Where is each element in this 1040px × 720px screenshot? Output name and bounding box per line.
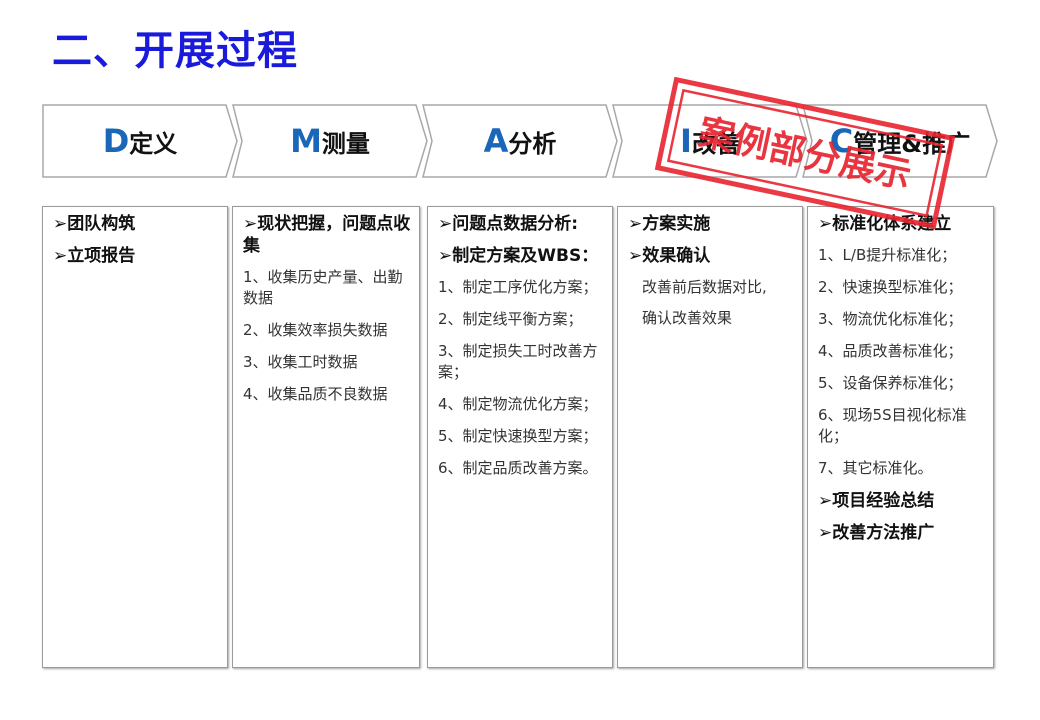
- phase-define: D定义: [42, 104, 238, 178]
- phase-label: 定义: [129, 130, 178, 158]
- column-heading: ➢问题点数据分析:: [438, 214, 579, 234]
- list-item: 1、收集历史产量、出勤数据: [243, 268, 403, 307]
- phase-letter: A: [483, 122, 509, 160]
- column-heading: ➢制定方案及WBS：: [438, 246, 599, 266]
- page-title: 二、开展过程: [52, 28, 298, 74]
- column-heading: ➢项目经验总结: [818, 491, 935, 511]
- column-heading: ➢效果确认: [628, 246, 711, 266]
- column-heading: ➢方案实施: [628, 214, 711, 234]
- column-heading: ➢改善方法推广: [818, 523, 935, 543]
- phase-letter: M: [290, 122, 322, 160]
- list-item: 2、制定线平衡方案；: [438, 310, 583, 328]
- list-item: 1、L/B提升标准化；: [818, 246, 957, 264]
- list-item: 4、收集品质不良数据: [243, 385, 388, 403]
- list-item: 5、制定快速换型方案；: [438, 427, 598, 445]
- sub-item: 改善前后数据对比,: [642, 278, 767, 296]
- list-item: 1、制定工序优化方案；: [438, 278, 598, 296]
- list-item: 4、品质改善标准化；: [818, 342, 963, 360]
- column-control: ➢标准化体系建立 1、L/B提升标准化； 2、快速换型标准化； 3、物流优化标准…: [807, 206, 994, 668]
- column-analyze: ➢问题点数据分析: ➢制定方案及WBS： 1、制定工序优化方案； 2、制定线平衡…: [427, 206, 613, 668]
- column-heading: ➢现状把握，问题点收集: [243, 214, 411, 256]
- phase-label: 分析: [508, 130, 557, 158]
- list-item: 3、收集工时数据: [243, 353, 358, 371]
- list-item: 4、制定物流优化方案；: [438, 395, 598, 413]
- sub-item: 确认改善效果: [642, 309, 733, 327]
- phase-label: 测量: [321, 130, 370, 158]
- column-heading: ➢团队构筑: [53, 214, 136, 234]
- list-item: 2、快速换型标准化；: [818, 278, 963, 296]
- list-item: 2、收集效率损失数据: [243, 321, 388, 339]
- list-item: 7、其它标准化。: [818, 459, 933, 477]
- column-measure: ➢现状把握，问题点收集 1、收集历史产量、出勤数据 2、收集效率损失数据 3、收…: [232, 206, 420, 668]
- list-item: 6、制定品质改善方案。: [438, 459, 598, 477]
- column-improve: ➢方案实施 ➢效果确认 改善前后数据对比, 确认改善效果: [617, 206, 803, 668]
- list-item: 3、制定损失工时改善方案；: [438, 342, 598, 381]
- phase-analyze: A分析: [422, 104, 618, 178]
- list-item: 3、物流优化标准化；: [818, 310, 963, 328]
- column-define: ➢团队构筑 ➢立项报告: [42, 206, 228, 668]
- column-heading: ➢立项报告: [53, 246, 136, 266]
- phase-letter: D: [102, 122, 130, 160]
- phase-measure: M测量: [232, 104, 428, 178]
- list-item: 5、设备保养标准化；: [818, 374, 963, 392]
- list-item: 6、现场5S目视化标准化；: [818, 406, 967, 445]
